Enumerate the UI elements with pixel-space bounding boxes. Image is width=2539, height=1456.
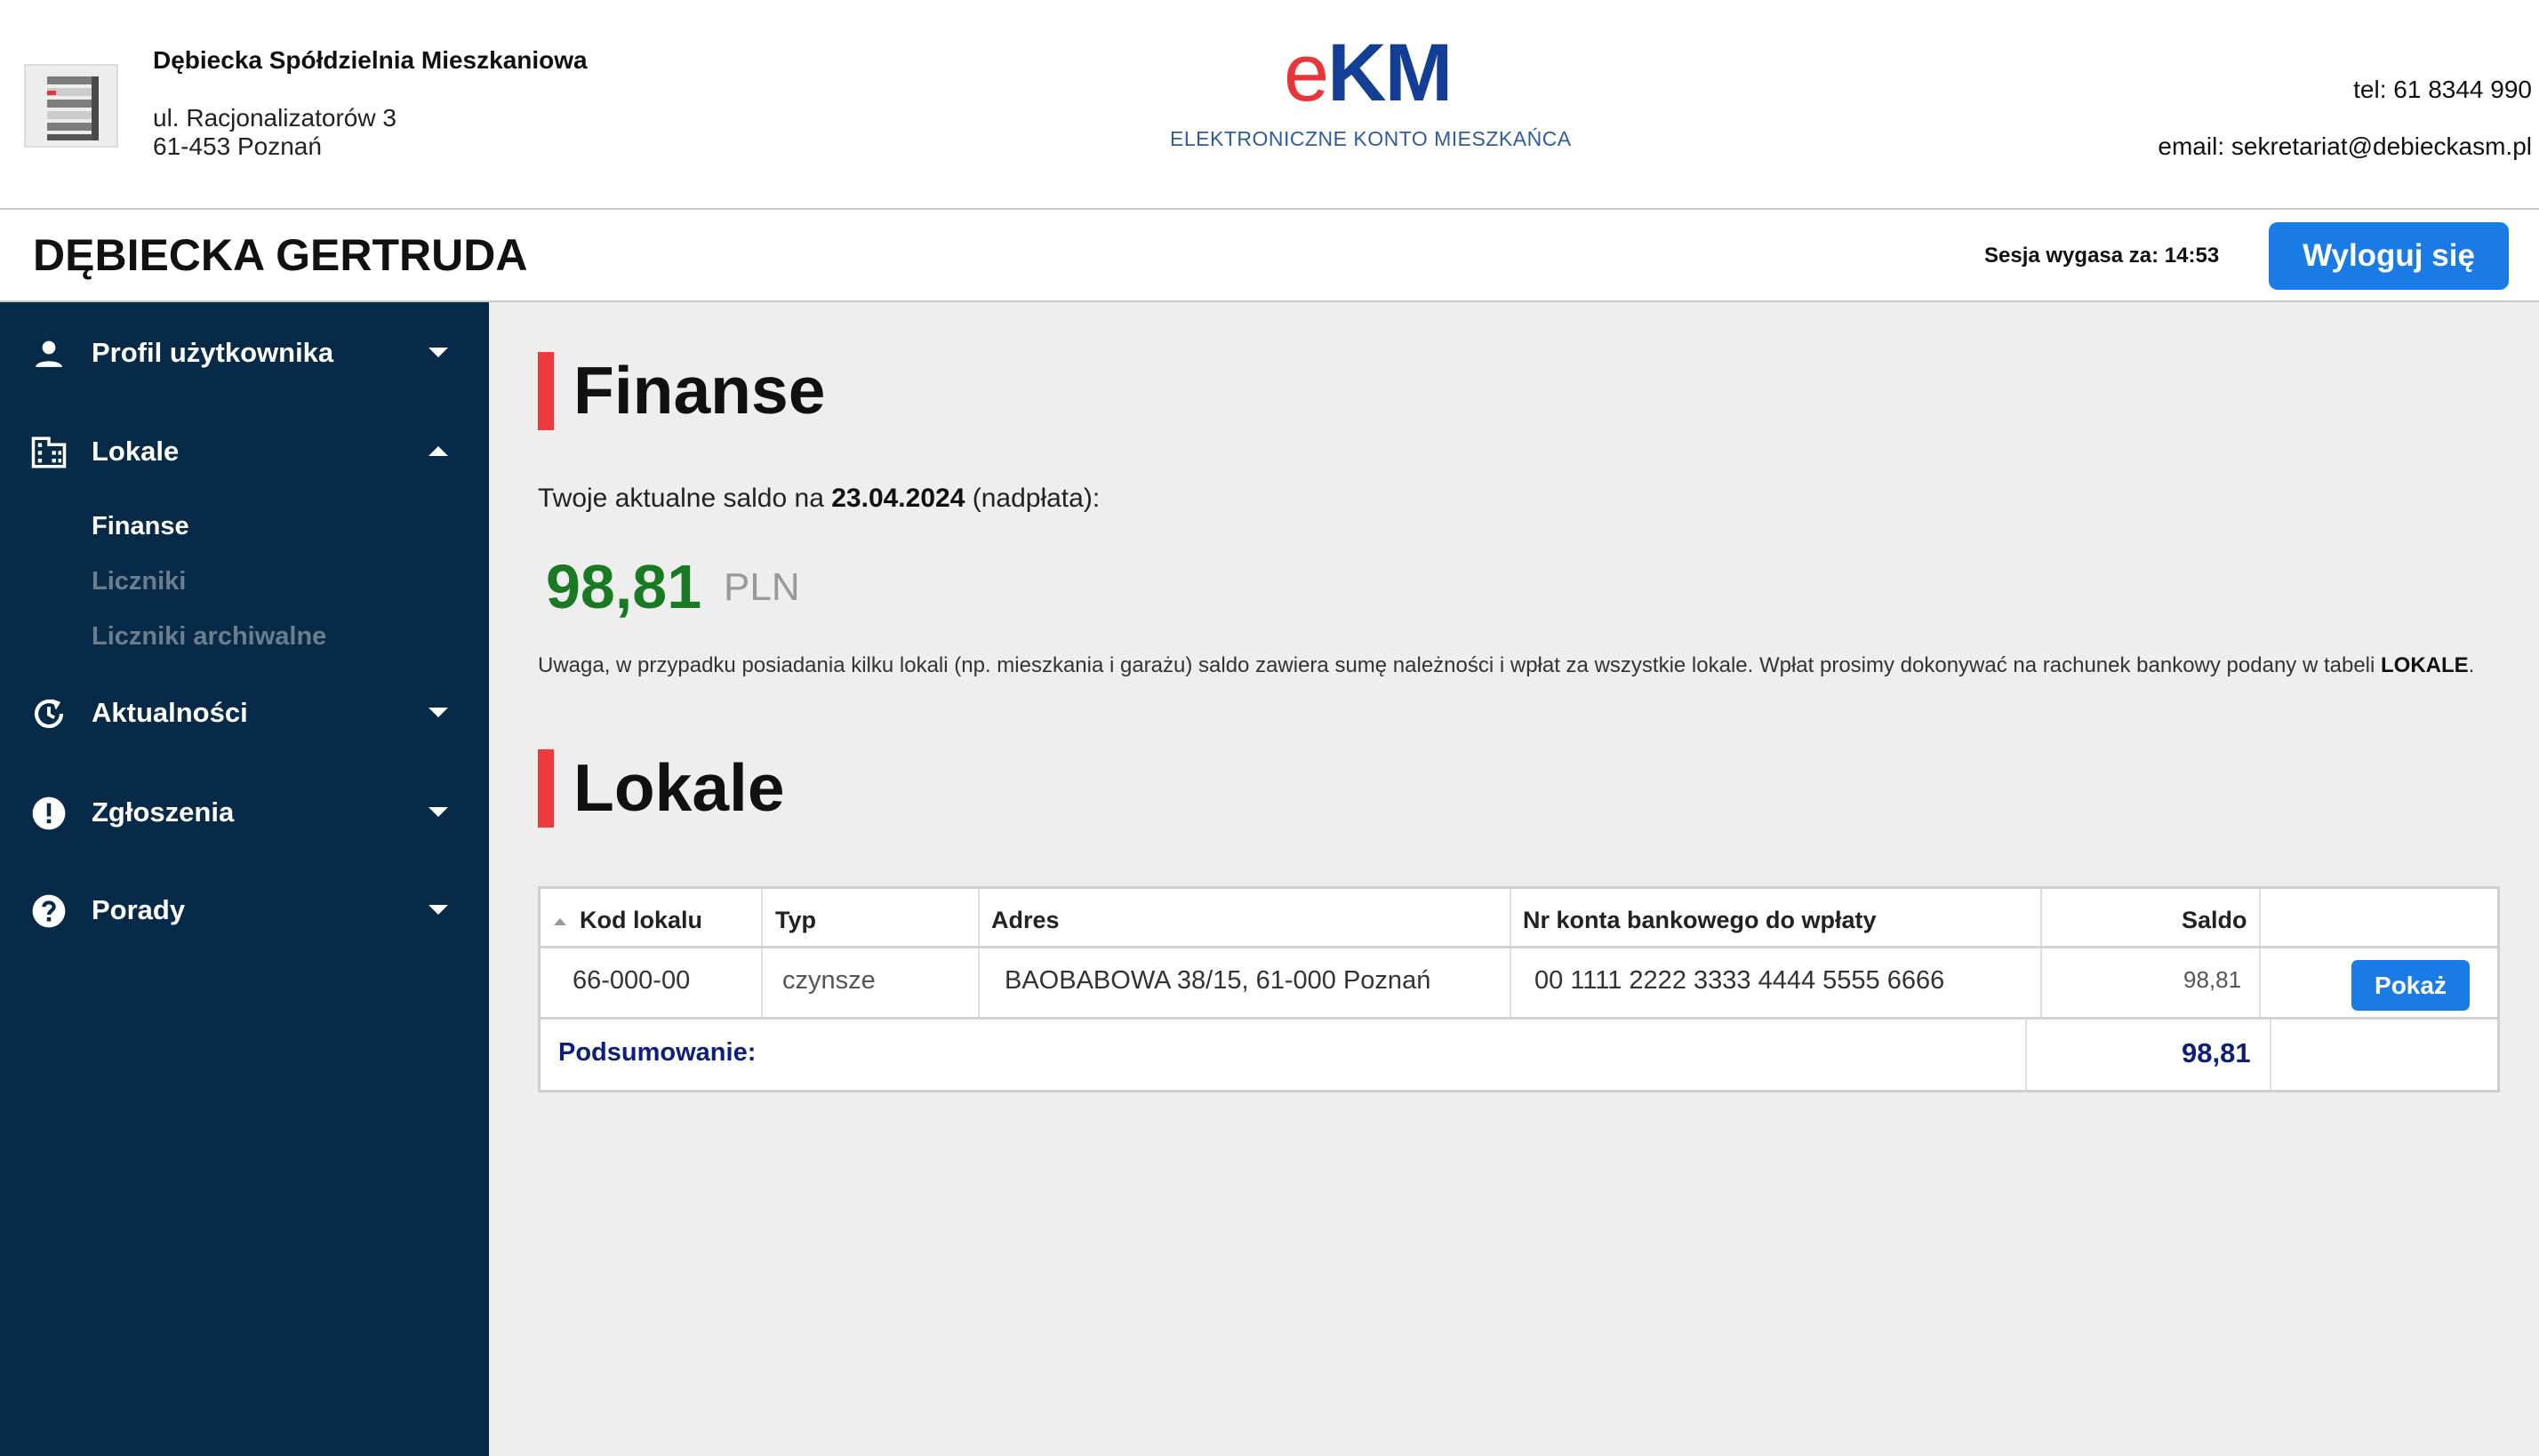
help-icon — [32, 894, 66, 928]
contact-phone: tel: 61 8344 990 — [2353, 76, 2532, 103]
sidebar-item-label: Porady — [92, 894, 186, 925]
cell-kod: 66-000-00 — [573, 966, 691, 995]
history-icon — [34, 699, 64, 729]
column-divider — [2025, 1019, 2027, 1090]
saldo-description: Twoje aktualne saldo na 23.04.2024 (nadp… — [538, 484, 1100, 514]
saldo-note: Uwaga, w przypadku posiadania kilku loka… — [538, 652, 2511, 679]
chevron-down-icon — [429, 905, 448, 915]
alert-icon — [32, 796, 66, 830]
brand-e: e — [1284, 28, 1329, 118]
sidebar-item-zgloszenia[interactable]: Zgłoszenia — [0, 780, 489, 843]
column-divider — [978, 889, 980, 1019]
sidebar-item-aktualnosci[interactable]: Aktualności — [0, 681, 489, 743]
chevron-down-icon — [429, 807, 448, 817]
sidebar-item-lokale[interactable]: Lokale — [0, 420, 489, 482]
sort-ascending-icon[interactable] — [554, 918, 566, 925]
user-bar: DĘBIECKA GERTRUDA Sesja wygasa za: 14:53… — [0, 210, 2539, 302]
header-divider — [541, 946, 2497, 948]
summary-value: 98,81 — [2182, 1037, 2251, 1068]
note-bold: LOKALE — [2381, 653, 2469, 677]
main-content: Finanse Twoje aktualne saldo na 23.04.20… — [489, 302, 2539, 1456]
column-divider — [2040, 889, 2042, 1019]
chevron-down-icon — [429, 708, 448, 717]
sidebar-item-label: Profil użytkownika — [92, 337, 334, 368]
summary-label: Podsumowanie: — [558, 1038, 757, 1067]
brand-km: KM — [1327, 28, 1453, 118]
top-header: Dębiecka Spółdzielnia Mieszkaniowa ul. R… — [0, 0, 2539, 210]
note-text: Uwaga, w przypadku posiadania kilku loka… — [538, 653, 2381, 677]
sidebar-item-label: Lokale — [92, 436, 180, 467]
sidebar-subitem-liczniki[interactable]: Liczniki — [92, 567, 186, 596]
column-header-konto[interactable]: Nr konta bankowego do wpłaty — [1523, 889, 1877, 948]
column-divider — [1510, 889, 1511, 1019]
show-button[interactable]: Pokaż — [2351, 960, 2470, 1011]
sidebar: Profil użytkownika Lokale Finanse Liczni… — [0, 302, 489, 1456]
column-header-typ[interactable]: Typ — [775, 889, 816, 948]
user-icon — [36, 340, 62, 367]
sidebar-subitem-liczniki-archiwalne[interactable]: Liczniki archiwalne — [92, 622, 326, 652]
cell-adres: BAOBABOWA 38/15, 61-000 Poznań — [1005, 966, 1431, 995]
contact-email: email: sekretariat@debieckasm.pl — [2158, 132, 2532, 160]
lokale-table: Kod lokalu Typ Adres Nr konta bankowego … — [538, 886, 2500, 1092]
cell-saldo: 98,81 — [2183, 966, 2242, 993]
saldo-suffix: (nadpłata): — [965, 484, 1101, 513]
lokale-title: Lokale — [573, 750, 785, 825]
brand-subtitle: ELEKTRONICZNE KONTO MIESZKAŃCA — [1170, 127, 1572, 150]
column-divider — [2259, 889, 2261, 1019]
building-icon — [31, 436, 67, 468]
cooperative-street: ul. Racjonalizatorów 3 — [153, 104, 396, 132]
cooperative-logo — [24, 64, 118, 148]
session-timer: Sesja wygasa za: 14:53 — [1984, 244, 2220, 268]
column-header-saldo[interactable]: Saldo — [2182, 889, 2247, 948]
column-header-adres[interactable]: Adres — [991, 889, 1060, 948]
cell-typ: czynsze — [782, 966, 876, 995]
column-divider — [761, 889, 763, 1019]
user-name: DĘBIECKA GERTRUDA — [33, 230, 528, 280]
cooperative-name: Dębiecka Spółdzielnia Mieszkaniowa — [153, 46, 588, 74]
saldo-currency: PLN — [724, 565, 800, 609]
logout-button[interactable]: Wyloguj się — [2269, 222, 2509, 290]
sidebar-subitem-finanse[interactable]: Finanse — [92, 512, 189, 541]
cell-konto: 00 1111 2222 3333 4444 5555 6666 — [1534, 966, 1945, 995]
sidebar-item-label: Zgłoszenia — [92, 796, 235, 828]
chevron-up-icon — [429, 446, 448, 456]
column-divider — [2270, 1019, 2271, 1090]
section-marker — [538, 352, 554, 430]
sidebar-item-label: Aktualności — [92, 697, 248, 728]
section-marker — [538, 749, 554, 828]
ekm-brand-logo: eKM — [1284, 32, 1453, 114]
cooperative-city: 61-453 Poznań — [153, 132, 322, 160]
saldo-date: 23.04.2024 — [831, 484, 965, 513]
sidebar-item-profile[interactable]: Profil użytkownika — [0, 321, 489, 383]
note-end: . — [2468, 653, 2475, 677]
saldo-amount: 98,81 — [546, 552, 702, 621]
row-divider — [541, 1017, 2497, 1020]
column-header-kod[interactable]: Kod lokalu — [580, 889, 702, 948]
sidebar-item-porady[interactable]: Porady — [0, 878, 489, 940]
chevron-down-icon — [429, 348, 448, 357]
saldo-prefix: Twoje aktualne saldo na — [538, 484, 832, 513]
finanse-title: Finanse — [573, 353, 826, 428]
building-logo-icon — [47, 76, 99, 140]
